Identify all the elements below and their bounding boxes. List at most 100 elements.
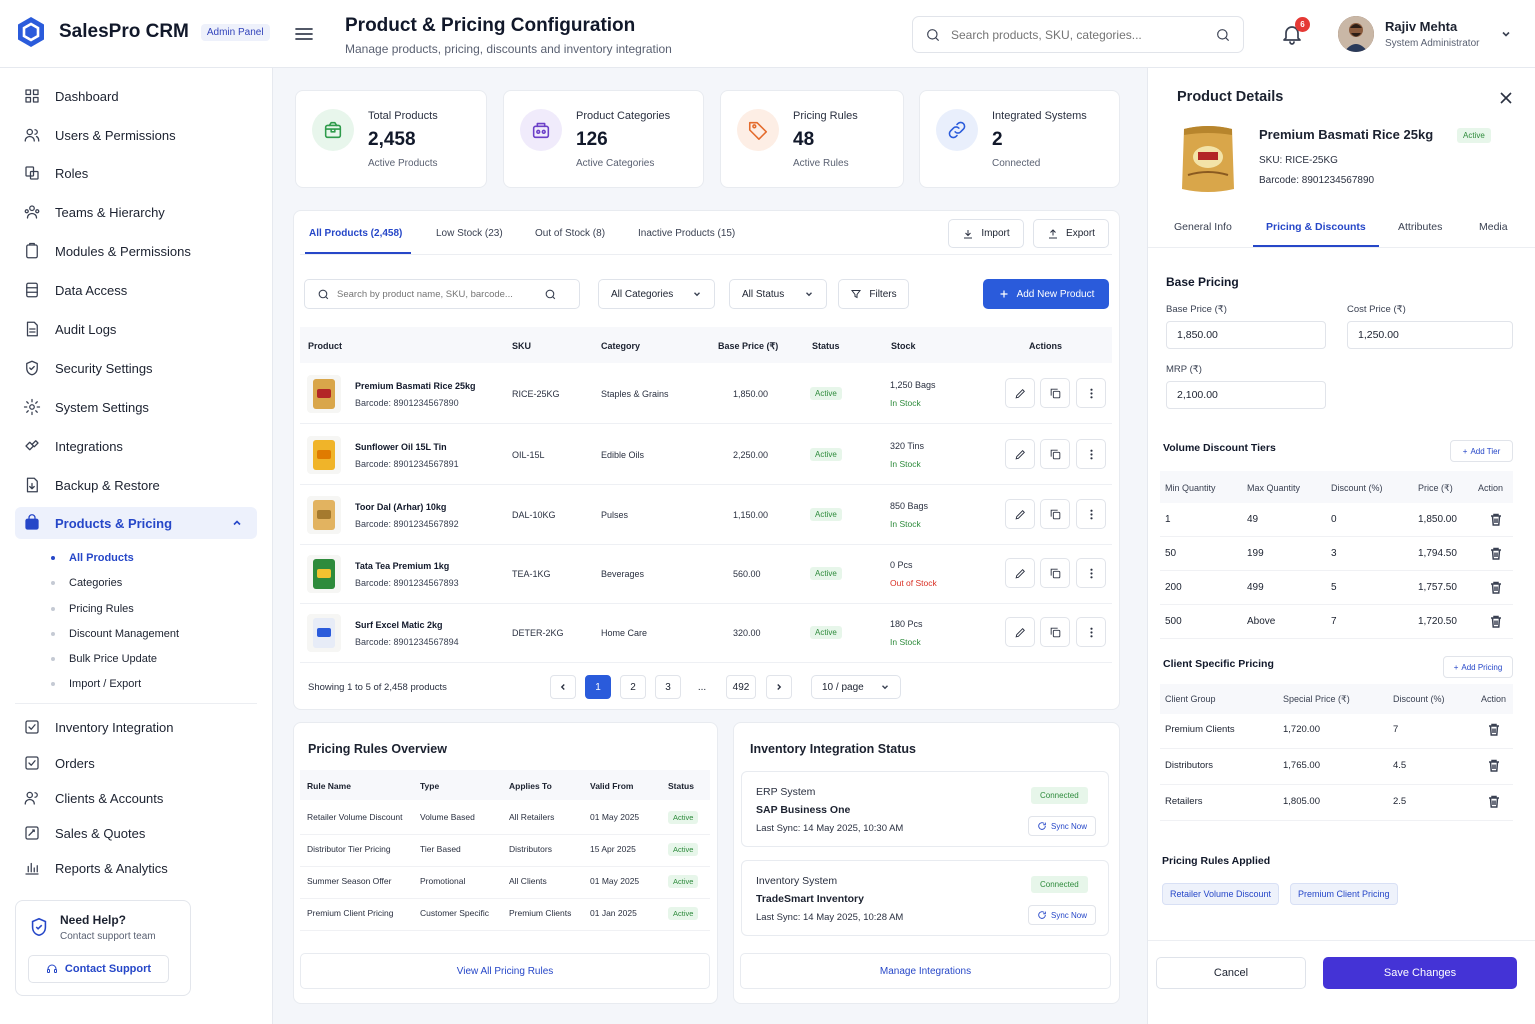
product-name[interactable]: Toor Dal (Arhar) 10kg [355,502,446,512]
sidebar-item-teams[interactable]: Teams & Hierarchy [15,196,257,228]
edit-button[interactable] [1005,378,1035,408]
sidebar-item-backup[interactable]: Backup & Restore [15,469,257,501]
product-name[interactable]: Premium Basmati Rice 25kg [355,381,476,391]
product-name[interactable]: Surf Excel Matic 2kg [355,620,443,630]
brand[interactable]: SalesPro CRM Admin Panel [15,16,270,48]
save-changes-button[interactable]: Save Changes [1323,957,1517,989]
avatar[interactable] [1338,16,1374,52]
sidebar-item-inventory[interactable]: Inventory Integration [15,711,257,743]
edit-button[interactable] [1005,617,1035,647]
more-button[interactable] [1076,558,1106,588]
page-492-button[interactable]: 492 [726,675,756,699]
duplicate-button[interactable] [1040,617,1070,647]
chevron-up-icon[interactable] [231,517,243,529]
sidebar-item-orders[interactable]: Orders [15,747,257,779]
sidebar-item-modules[interactable]: Modules & Permissions [15,235,257,267]
cancel-button[interactable]: Cancel [1156,957,1306,989]
import-button[interactable]: Import [948,219,1024,248]
rule-name[interactable]: Retailer Volume Discount [307,812,402,822]
product-thumbnail[interactable] [307,436,341,474]
menu-icon[interactable] [292,22,316,46]
more-button[interactable] [1076,378,1106,408]
trash-icon[interactable] [1490,615,1502,628]
sidebar-item-reports[interactable]: Reports & Analytics [15,852,257,884]
page-2-button[interactable]: 2 [620,675,646,699]
add-product-button[interactable]: Add New Product [983,279,1109,309]
search-submit-icon[interactable] [544,288,557,301]
sidebar-item-products-pricing[interactable]: Products & Pricing [15,507,257,539]
next-page-button[interactable] [766,675,792,699]
add-pricing-button[interactable]: + Add Pricing [1443,656,1513,678]
view-all-rules-link[interactable]: View All Pricing Rules [300,953,710,989]
edit-button[interactable] [1005,558,1035,588]
tab-all-products[interactable]: All Products (2,458) [309,228,402,239]
tab-general-info[interactable]: General Info [1174,221,1232,233]
manage-integrations-link[interactable]: Manage Integrations [740,953,1111,989]
trash-icon[interactable] [1488,795,1500,808]
cost-price-input[interactable]: 1,250.00 [1347,321,1513,349]
sidebar-item-audit-logs[interactable]: Audit Logs [15,313,257,345]
product-thumbnail[interactable] [307,496,341,534]
filters-button[interactable]: Filters [838,279,909,309]
contact-support-button[interactable]: Contact Support [28,955,169,983]
subnav-bulk-price-update[interactable]: Bulk Price Update [51,653,157,665]
base-price-input[interactable]: 1,850.00 [1166,321,1326,349]
subnav-all-products[interactable]: All Products [51,552,134,564]
global-search[interactable] [912,16,1244,53]
sidebar-item-clients[interactable]: Clients & Accounts [15,782,257,814]
duplicate-button[interactable] [1040,499,1070,529]
sync-now-button[interactable]: Sync Now [1028,905,1096,925]
subnav-pricing-rules[interactable]: Pricing Rules [51,603,134,615]
duplicate-button[interactable] [1040,439,1070,469]
search-submit-icon[interactable] [1215,27,1231,43]
more-button[interactable] [1076,499,1106,529]
add-tier-button[interactable]: + Add Tier [1450,440,1513,462]
subnav-import-export[interactable]: Import / Export [51,678,141,690]
trash-icon[interactable] [1490,547,1502,560]
duplicate-button[interactable] [1040,558,1070,588]
sidebar-item-security[interactable]: Security Settings [15,352,257,384]
rule-name[interactable]: Premium Client Pricing [307,908,393,918]
category-select[interactable]: All Categories [598,279,715,309]
tab-out-of-stock[interactable]: Out of Stock (8) [535,228,605,239]
more-button[interactable] [1076,617,1106,647]
per-page-select[interactable]: 10 / page [811,675,901,699]
rule-name[interactable]: Summer Season Offer [307,876,391,886]
page-1-button[interactable]: 1 [585,675,611,699]
sidebar-item-system-settings[interactable]: System Settings [15,391,257,423]
sync-now-button[interactable]: Sync Now [1028,816,1096,836]
subnav-categories[interactable]: Categories [51,577,122,589]
subnav-discount-management[interactable]: Discount Management [51,628,179,640]
close-icon[interactable] [1500,92,1512,104]
product-search-input[interactable] [337,288,537,300]
product-thumbnail[interactable] [307,375,341,413]
rule-name[interactable]: Distributor Tier Pricing [307,844,391,854]
sidebar-item-integrations[interactable]: Integrations [15,430,257,462]
tab-pricing-discounts[interactable]: Pricing & Discounts [1266,221,1366,233]
export-button[interactable]: Export [1033,219,1109,248]
user-name[interactable]: Rajiv Mehta [1385,19,1457,34]
product-thumbnail[interactable] [307,614,341,652]
tab-attributes[interactable]: Attributes [1398,221,1442,233]
prev-page-button[interactable] [550,675,576,699]
tab-media[interactable]: Media [1479,221,1508,233]
product-name[interactable]: Tata Tea Premium 1kg [355,561,449,571]
status-select[interactable]: All Status [729,279,827,309]
chevron-down-icon[interactable] [1500,28,1512,40]
edit-button[interactable] [1005,499,1035,529]
global-search-input[interactable] [951,27,1205,42]
sidebar-item-roles[interactable]: Roles [15,157,257,189]
tab-inactive[interactable]: Inactive Products (15) [638,228,735,239]
edit-button[interactable] [1005,439,1035,469]
sidebar-item-sales-quotes[interactable]: Sales & Quotes [15,817,257,849]
rule-chip[interactable]: Retailer Volume Discount [1162,883,1280,905]
trash-icon[interactable] [1488,759,1500,772]
sidebar-item-data-access[interactable]: Data Access [15,274,257,306]
more-button[interactable] [1076,439,1106,469]
trash-icon[interactable] [1490,513,1502,526]
sidebar-item-users[interactable]: Users & Permissions [15,119,257,151]
product-thumbnail[interactable] [307,555,341,593]
sidebar-item-dashboard[interactable]: Dashboard [15,80,257,112]
rule-chip[interactable]: Premium Client Pricing [1290,883,1398,905]
trash-icon[interactable] [1488,723,1500,736]
